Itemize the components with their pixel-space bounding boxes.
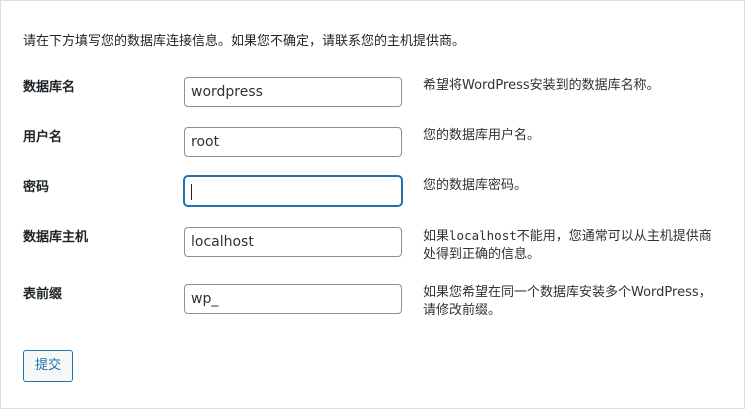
- dbhost-description: 如果localhost不能用，您通常可以从主机提供商处得到正确的信息。: [423, 227, 723, 264]
- setup-panel: 请在下方填写您的数据库连接信息。如果您不确定，请联系您的主机提供商。 数据库名 …: [0, 0, 745, 409]
- prefix-label: 表前缀: [23, 287, 63, 302]
- dbhost-input[interactable]: [184, 227, 402, 257]
- intro-text: 请在下方填写您的数据库连接信息。如果您不确定，请联系您的主机提供商。: [23, 34, 466, 49]
- prefix-input[interactable]: [184, 284, 402, 314]
- submit-button[interactable]: 提交: [23, 350, 74, 382]
- password-input[interactable]: [184, 176, 402, 206]
- username-label: 用户名: [23, 130, 63, 145]
- password-label: 密码: [23, 180, 50, 195]
- dbhost-desc-code: localhost: [449, 228, 517, 243]
- prefix-description: 如果您希望在同一个数据库安装多个WordPress，请修改前缀。: [423, 285, 712, 318]
- username-input[interactable]: [184, 127, 402, 157]
- dbname-label: 数据库名: [23, 80, 76, 95]
- dbhost-desc-prefix: 如果: [423, 229, 450, 244]
- dbname-input[interactable]: [184, 77, 402, 107]
- text-caret: [191, 184, 192, 200]
- username-description: 您的数据库用户名。: [423, 128, 541, 143]
- dbhost-label: 数据库主机: [23, 230, 89, 245]
- dbname-description: 希望将WordPress安装到的数据库名称。: [423, 78, 660, 93]
- password-description: 您的数据库密码。: [423, 178, 528, 193]
